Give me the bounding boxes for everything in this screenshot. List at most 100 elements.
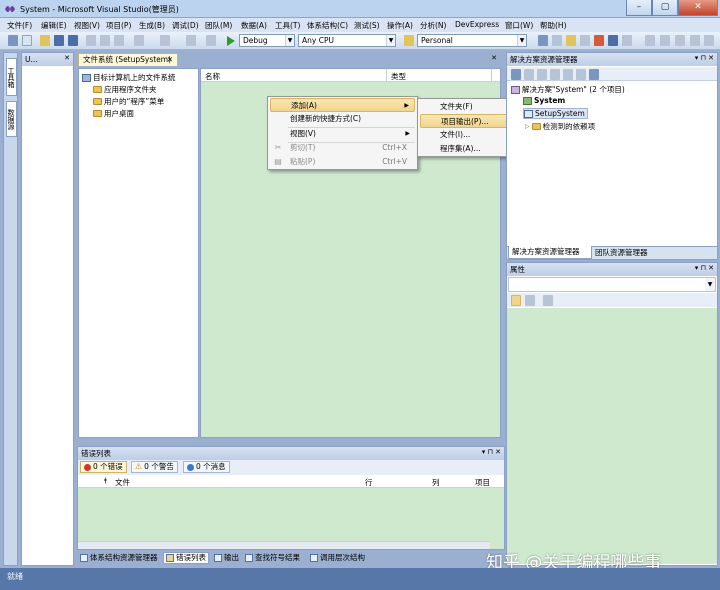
tab-solution-explorer[interactable]: 解决方案资源管理器: [508, 246, 592, 259]
close-button[interactable]: ✕: [678, 0, 718, 16]
submenu-item-folder[interactable]: 文件夹(F): [420, 100, 518, 114]
warnings-filter-button[interactable]: ⚠ 0 个警告: [131, 461, 178, 473]
show-all-files-icon[interactable]: [524, 69, 534, 80]
menu-item-view[interactable]: 视图(V) ▶: [270, 127, 415, 141]
tab-file-system[interactable]: 文件系统 (SetupSystem) ✕: [78, 53, 178, 66]
menu-help[interactable]: 帮助(H): [540, 20, 567, 31]
cut-icon[interactable]: [86, 35, 96, 46]
property-pages-icon[interactable]: [543, 295, 553, 306]
registry-editor-icon[interactable]: [563, 69, 573, 80]
properties-icon[interactable]: [552, 35, 562, 46]
horizontal-scrollbar[interactable]: [78, 541, 490, 549]
tab-error-list[interactable]: 错误列表: [163, 552, 209, 564]
tree-root[interactable]: 目标计算机上的文件系统: [82, 72, 176, 83]
tree-project-system[interactable]: System: [523, 96, 565, 105]
toolbar-misc-icon[interactable]: [645, 35, 655, 46]
navigate-back-icon[interactable]: [186, 35, 196, 46]
file-system-editor-icon[interactable]: [550, 69, 560, 80]
tree-project-setup[interactable]: SetupSystem: [523, 108, 588, 119]
tab-call-hierarchy[interactable]: 调用层次结构: [310, 552, 365, 564]
tab-find-symbol[interactable]: 查找符号结果: [245, 552, 300, 564]
menu-actions[interactable]: 操作(A): [387, 20, 413, 31]
start-page-icon[interactable]: [594, 35, 604, 46]
solution-explorer-icon[interactable]: [538, 35, 548, 46]
tab-architecture-explorer[interactable]: 体系结构资源管理器: [80, 552, 158, 564]
menu-build[interactable]: 生成(B): [139, 20, 165, 31]
search-combo[interactable]: Personal ▼: [417, 34, 527, 47]
col-name[interactable]: 名称: [205, 71, 220, 82]
navigate-forward-icon[interactable]: [206, 35, 216, 46]
menu-architecture[interactable]: 体系结构(C): [307, 20, 348, 31]
toolbox-icon[interactable]: [580, 35, 590, 46]
submenu-item-file[interactable]: 文件(I)...: [420, 128, 518, 142]
save-icon[interactable]: [54, 35, 64, 46]
menu-window[interactable]: 窗口(W): [505, 20, 533, 31]
menu-team[interactable]: 团队(M): [205, 20, 232, 31]
menu-test[interactable]: 测试(S): [354, 20, 380, 31]
menu-data[interactable]: 数据(A): [241, 20, 267, 31]
messages-filter-button[interactable]: 0 个消息: [183, 461, 230, 473]
redo-icon[interactable]: [160, 35, 170, 46]
menu-item-paste[interactable]: ▤ 粘贴(P) Ctrl+V: [270, 155, 415, 169]
refresh-icon[interactable]: [537, 69, 547, 80]
platform-select[interactable]: Any CPU ▼: [298, 34, 396, 47]
col-project[interactable]: 项目: [475, 477, 490, 488]
tree-item-app-folder[interactable]: 应用程序文件夹: [93, 84, 157, 95]
menu-edit[interactable]: 编辑(E): [41, 20, 67, 31]
close-icon[interactable]: ✕: [167, 54, 173, 66]
col-file[interactable]: 文件: [115, 477, 130, 488]
tree-item-programs-menu[interactable]: 用户的“程序”菜单: [93, 96, 164, 107]
minimize-button[interactable]: –: [626, 0, 652, 16]
tree-item-desktop[interactable]: 用户桌面: [93, 108, 134, 119]
menu-view[interactable]: 视图(V): [74, 20, 100, 31]
maximize-button[interactable]: ▢: [652, 0, 678, 16]
object-selector[interactable]: ▼: [508, 277, 716, 292]
panel-controls[interactable]: ▾ ⊓ ✕: [482, 448, 501, 456]
toolbar-misc-icon[interactable]: [660, 35, 670, 46]
start-debugging-icon[interactable]: [226, 36, 235, 46]
datasource-tab[interactable]: 数据源: [6, 101, 17, 137]
panel-controls[interactable]: ▾ ⊓ ✕: [695, 54, 714, 62]
toolbox-tab[interactable]: 工具箱: [6, 58, 17, 96]
new-project-icon[interactable]: [8, 35, 18, 46]
file-types-editor-icon[interactable]: [576, 69, 586, 80]
tab-output[interactable]: 输出: [214, 552, 239, 564]
copy-icon[interactable]: [100, 35, 110, 46]
menu-analyze[interactable]: 分析(N): [420, 20, 446, 31]
alphabetical-icon[interactable]: [525, 295, 535, 306]
menu-file[interactable]: 文件(F): [7, 20, 32, 31]
menu-debug[interactable]: 调试(D): [172, 20, 199, 31]
menu-devexpress[interactable]: DevExpress: [455, 20, 499, 29]
configuration-select[interactable]: Debug ▼: [239, 34, 295, 47]
menu-item-add[interactable]: 添加(A) ▶: [270, 98, 415, 112]
col-type[interactable]: 类型: [391, 71, 406, 82]
find-icon[interactable]: [404, 35, 414, 46]
submenu-item-assembly[interactable]: 程序集(A)...: [420, 142, 518, 156]
menu-project[interactable]: 项目(P): [106, 20, 131, 31]
object-browser-icon[interactable]: [566, 35, 576, 46]
tree-detected-deps[interactable]: ▷ 检测到的依赖项: [525, 121, 595, 132]
close-icon[interactable]: ✕: [64, 54, 70, 62]
ui-editor-icon[interactable]: [589, 69, 599, 80]
command-window-icon[interactable]: [622, 35, 632, 46]
toolbar-overflow-icon[interactable]: [704, 35, 714, 46]
col-line[interactable]: 行: [365, 477, 373, 488]
errors-filter-button[interactable]: 0 个错误: [80, 461, 127, 473]
open-folder-icon[interactable]: [40, 35, 50, 46]
menu-item-create-shortcut[interactable]: 创建新的快捷方式(C): [270, 112, 415, 126]
panel-controls[interactable]: ▾ ⊓ ✕: [695, 264, 714, 272]
tree-solution[interactable]: 解决方案"System" (2 个项目): [511, 84, 625, 95]
menu-item-cut[interactable]: ✂ 剪切(T) Ctrl+X: [270, 141, 415, 155]
close-icon[interactable]: ✕: [491, 54, 497, 62]
undo-icon[interactable]: [134, 35, 144, 46]
col-column[interactable]: 列: [432, 477, 440, 488]
menu-tools[interactable]: 工具(T): [275, 20, 300, 31]
extension-manager-icon[interactable]: [608, 35, 618, 46]
toolbar-misc-icon[interactable]: [675, 35, 685, 46]
toolbar-misc-icon[interactable]: [690, 35, 700, 46]
submenu-item-project-output[interactable]: 项目输出(P)...: [420, 114, 518, 128]
save-all-icon[interactable]: [68, 35, 78, 46]
tab-team-explorer[interactable]: 团队资源管理器: [595, 247, 648, 259]
add-item-icon[interactable]: [22, 35, 32, 46]
properties-icon[interactable]: [511, 69, 521, 80]
